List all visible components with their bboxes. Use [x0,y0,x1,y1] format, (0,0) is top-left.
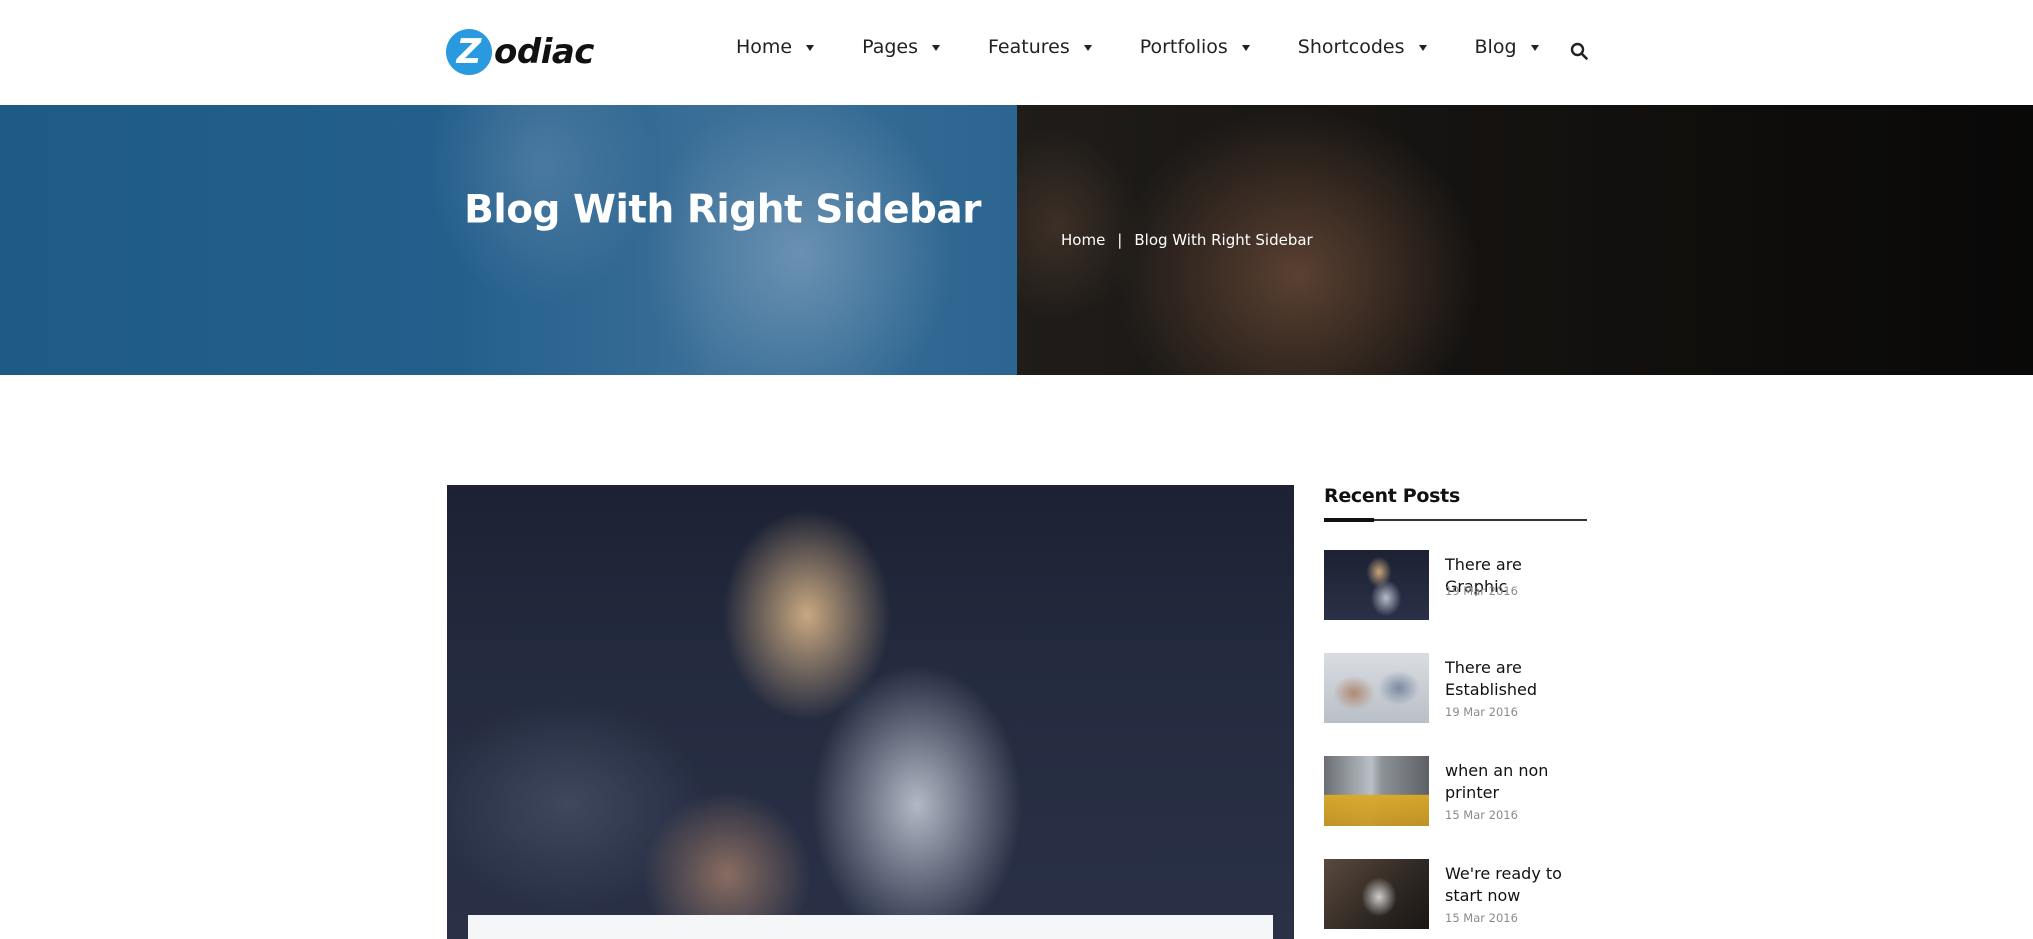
nav-features[interactable]: Features [988,36,1092,58]
breadcrumb-current: Blog With Right Sidebar [1134,231,1313,249]
nav-features-label: Features [988,36,1070,58]
post-thumbnail[interactable] [1324,550,1429,620]
nav-portfolios[interactable]: Portfolios [1140,36,1250,58]
post-title[interactable]: There are Established [1445,657,1585,701]
post-date: 15 Mar 2016 [1445,808,1518,822]
sidebar: Recent Posts There are Graphic 19 Mar 20… [1324,485,1587,929]
nav-shortcodes-label: Shortcodes [1297,36,1405,58]
caret-down-icon [1418,45,1427,51]
post-date: 19 Mar 2016 [1445,584,1518,598]
page-banner [0,105,2033,375]
nav-pages[interactable]: Pages [862,36,941,58]
nav-pages-label: Pages [862,36,919,58]
post-date: 19 Mar 2016 [1445,705,1518,719]
post-title[interactable]: We're ready to start now [1445,863,1585,907]
recent-posts-widget: Recent Posts [1324,485,1587,522]
main-nav: Home Pages Features Portfolios Shortcode… [736,36,1587,58]
caret-down-icon [1530,45,1539,51]
post-thumbnail[interactable] [1324,756,1429,826]
search-icon[interactable] [1570,42,1588,60]
post-title[interactable]: when an non printer [1445,760,1585,804]
nav-blog-label: Blog [1474,36,1517,58]
nav-shortcodes[interactable]: Shortcodes [1298,36,1427,58]
page-title: Blog With Right Sidebar [464,187,981,233]
widget-title: Recent Posts [1324,485,1460,507]
widget-title-underline [1324,518,1587,522]
caret-down-icon [1241,45,1250,51]
recent-post-item[interactable]: There are Established 19 Mar 2016 [1324,653,1587,723]
logo-badge: Z [446,29,492,75]
recent-post-item[interactable]: We're ready to start now 15 Mar 2016 [1324,859,1587,929]
post-thumbnail[interactable] [1324,653,1429,723]
nav-home[interactable]: Home [736,36,815,58]
breadcrumb-separator: | [1117,231,1123,249]
nav-home-label: Home [736,36,793,58]
breadcrumb: Home | Blog With Right Sidebar [1061,231,1313,249]
post-content-card [468,915,1273,939]
site-header: Z odiac Home Pages Features Portfolios S… [0,0,2033,105]
post-featured-image[interactable] [447,485,1294,939]
banner-image-left [0,105,1017,375]
breadcrumb-home-link[interactable]: Home [1061,231,1105,249]
post-thumbnail[interactable] [1324,859,1429,929]
recent-post-item[interactable]: There are Graphic 19 Mar 2016 [1324,550,1587,620]
caret-down-icon [932,45,941,51]
caret-down-icon [806,45,815,51]
caret-down-icon [1083,45,1092,51]
logo-text: odiac [494,32,594,72]
nav-portfolios-label: Portfolios [1139,36,1228,58]
site-logo[interactable]: Z odiac [446,28,594,76]
nav-blog[interactable]: Blog [1475,36,1539,58]
recent-post-item[interactable]: when an non printer 15 Mar 2016 [1324,756,1587,826]
post-date: 15 Mar 2016 [1445,911,1518,925]
